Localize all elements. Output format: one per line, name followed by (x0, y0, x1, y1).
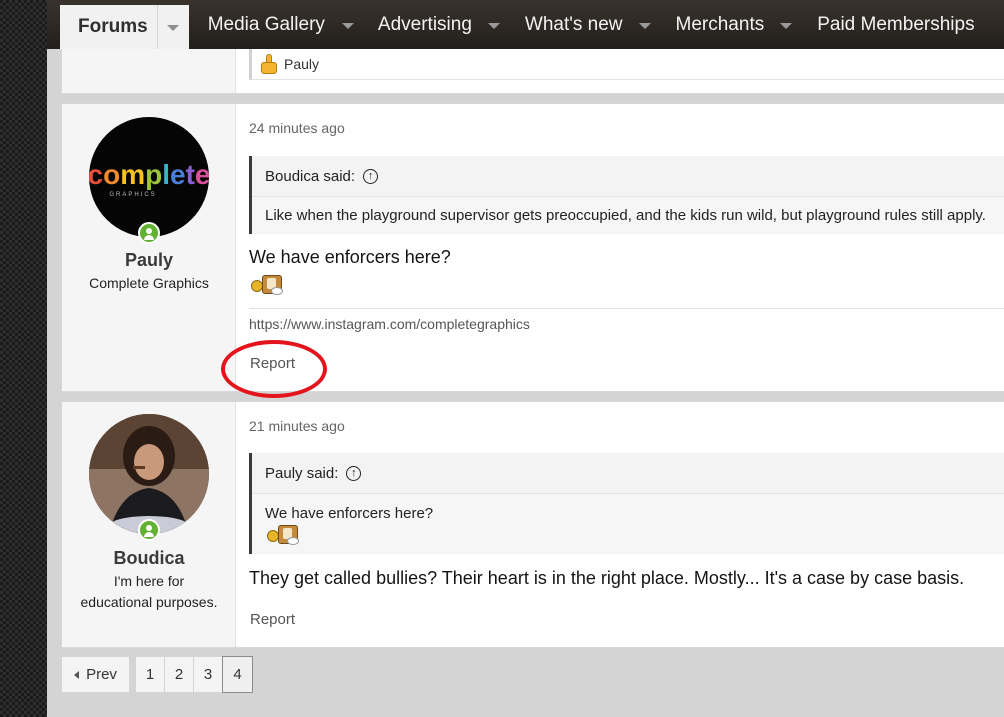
top-navigation: Forums Media Gallery Advertising What's … (47, 0, 1004, 49)
logo-subtext: GRAPHICS (109, 192, 156, 198)
nav-tab-advertising[interactable]: Advertising (378, 0, 500, 49)
nav-tab-label: Media Gallery (207, 13, 325, 35)
page-4-current[interactable]: 4 (222, 656, 253, 693)
arrow-up-circle-icon[interactable]: ↑ (363, 168, 379, 184)
quote-content: Like when the playground supervisor gets… (265, 207, 986, 224)
blockquote: Boudica said: ↑ Like when the playground… (249, 156, 1004, 234)
annotation-circle (221, 340, 327, 398)
post-body: They get called bullies? Their heart is … (249, 568, 965, 588)
post-pauly: complete GRAPHICS Pauly Complete Graphic… (61, 103, 1004, 392)
quote-author: Boudica said: (265, 167, 356, 185)
nav-tab-label: Forums (78, 16, 148, 37)
prev-page-button[interactable]: Prev (61, 656, 130, 693)
page-2[interactable]: 2 (164, 656, 194, 693)
emoji-icon (265, 524, 301, 546)
thumbs-up-icon (258, 53, 280, 75)
quote-header[interactable]: Pauly said: ↑ (252, 453, 1004, 494)
nav-tab-paid-memberships[interactable]: Paid Memberships (817, 0, 974, 49)
avatar[interactable] (89, 414, 209, 534)
avatar-photo (89, 414, 209, 534)
complete-graphics-logo: complete GRAPHICS (89, 159, 209, 198)
page-3[interactable]: 3 (193, 656, 223, 693)
post-body: We have enforcers here? (249, 247, 451, 267)
quote-header[interactable]: Boudica said: ↑ (252, 156, 1004, 197)
message-main: 21 minutes ago Pauly said: ↑ We have enf… (236, 402, 1004, 647)
logo-wordmark: complete (89, 159, 209, 190)
chevron-down-icon[interactable] (341, 22, 354, 29)
online-status-icon (138, 222, 160, 244)
pagination: Prev 1 2 3 4 (61, 656, 253, 693)
user-title: Complete Graphics (89, 275, 209, 291)
username[interactable]: Pauly (62, 250, 236, 271)
message-main (236, 49, 1004, 93)
arrow-up-circle-icon[interactable]: ↑ (346, 465, 362, 481)
user-cell: Boudica I'm here for educational purpose… (62, 402, 236, 647)
post-timestamp[interactable]: 24 minutes ago (249, 120, 345, 136)
page-1[interactable]: 1 (135, 656, 165, 693)
user-title-line-1: I'm here for (113, 573, 185, 589)
quote-content: We have enforcers here? (265, 505, 434, 522)
user-title-line-2: educational purposes. (80, 594, 218, 610)
emoji-icon (249, 274, 285, 296)
reaction-emoji (249, 274, 285, 301)
chevron-down-icon[interactable] (780, 22, 793, 29)
nav-tab-dropdown[interactable] (156, 5, 189, 49)
report-link[interactable]: Report (250, 611, 295, 628)
nav-tab-label: Paid Memberships (817, 13, 975, 35)
avatar[interactable]: complete GRAPHICS (89, 117, 209, 237)
nav-tab-media-gallery[interactable]: Media Gallery (208, 0, 354, 49)
nav-tab-merchants[interactable]: Merchants (676, 0, 793, 49)
reaction-list[interactable]: Pauly (258, 53, 319, 75)
message-main: 24 minutes ago Boudica said: ↑ Like when… (236, 104, 1004, 391)
post-boudica: Boudica I'm here for educational purpose… (61, 401, 1004, 648)
online-status-icon (138, 519, 160, 541)
user-cell (62, 49, 236, 93)
post-timestamp[interactable]: 21 minutes ago (249, 418, 345, 434)
nav-tab-label: What's new (524, 13, 623, 35)
username[interactable]: Boudica (62, 548, 236, 569)
signature[interactable]: https://www.instagram.com/completegraphi… (249, 316, 530, 332)
prev-label: Prev (86, 666, 117, 683)
user-cell: complete GRAPHICS Pauly Complete Graphic… (62, 104, 236, 391)
nav-tab-label: Merchants (675, 13, 765, 35)
chevron-left-icon (74, 670, 80, 679)
blockquote: Pauly said: ↑ We have enforcers here? (249, 453, 1004, 554)
chevron-down-icon[interactable] (638, 22, 651, 29)
quote-author: Pauly said: (265, 464, 339, 482)
nav-tab-whats-new[interactable]: What's new (525, 0, 651, 49)
chevron-down-icon (167, 25, 180, 31)
signature-divider (249, 308, 1004, 309)
reaction-user[interactable]: Pauly (284, 56, 319, 72)
nav-tab-label: Advertising (377, 13, 472, 35)
nav-tab-forums[interactable]: Forums (60, 5, 189, 49)
previous-post (61, 49, 1004, 94)
quote-emoji (252, 522, 1004, 551)
chevron-down-icon[interactable] (487, 22, 500, 29)
reactions-bar (249, 49, 1004, 80)
